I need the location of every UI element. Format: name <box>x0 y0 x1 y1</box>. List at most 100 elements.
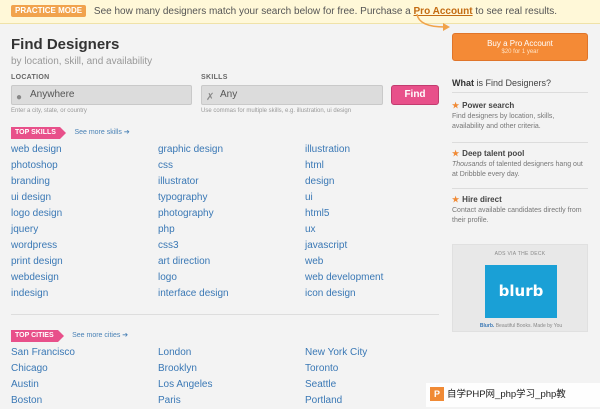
skill-link[interactable]: jquery <box>11 222 151 238</box>
curved-arrow-icon <box>416 13 450 31</box>
star-icon: ★ <box>452 149 460 158</box>
location-pin-icon: ● <box>16 92 23 103</box>
feature-title-text: Deep talent pool <box>462 149 525 158</box>
feature-desc: Thousands of talented designers hang out… <box>452 160 588 180</box>
city-link[interactable]: Brooklyn <box>158 361 298 377</box>
skill-link[interactable]: branding <box>11 174 151 190</box>
ad-header: ADS VIA THE DECK <box>494 251 546 257</box>
skill-link[interactable]: html <box>305 158 445 174</box>
skill-link[interactable]: wordpress <box>11 238 151 254</box>
practice-mode-badge: PRACTICE MODE <box>11 5 87 17</box>
skill-link[interactable]: logo design <box>11 206 151 222</box>
star-icon: ★ <box>452 101 460 110</box>
star-icon: ★ <box>452 195 460 204</box>
city-link[interactable]: Portland <box>305 393 445 409</box>
banner-text: See how many designers match your search… <box>93 6 411 17</box>
buy-pro-account-button[interactable]: Buy a Pro Account $20 for 1 year <box>452 33 588 61</box>
skill-link[interactable]: web design <box>11 142 151 158</box>
skill-link[interactable]: ux <box>305 222 445 238</box>
watermark-logo: P <box>430 387 444 402</box>
feature-hire-direct: ★ Hire direct Contact available candidate… <box>452 195 588 226</box>
city-link[interactable]: Boston <box>11 393 151 409</box>
cities-column-2: London Brooklyn Los Angeles Paris <box>158 345 298 409</box>
city-link[interactable]: Paris <box>158 393 298 409</box>
city-link[interactable]: Austin <box>11 377 151 393</box>
skill-link[interactable]: web <box>305 254 445 270</box>
city-link[interactable]: Los Angeles <box>158 377 298 393</box>
skill-link[interactable]: html5 <box>305 206 445 222</box>
skill-link[interactable]: icon design <box>305 286 445 302</box>
buy-price: $20 for 1 year <box>501 49 539 55</box>
skills-column-2: graphic design css illustrator typography ph… <box>158 142 298 302</box>
tools-icon: ✗ <box>206 92 215 103</box>
city-link[interactable]: Toronto <box>305 361 445 377</box>
watermark-text: 自学PHP网_php学习_php教 <box>447 389 566 400</box>
banner-suffix: to see real results. <box>475 6 558 17</box>
skill-link[interactable]: art direction <box>158 254 298 270</box>
location-hint: Enter a city, state, or country <box>11 108 87 114</box>
skills-value: Any <box>220 89 238 100</box>
skills-input[interactable]: ✗ Any <box>201 85 383 105</box>
skills-hint: Use commas for multiple skills, e.g. ill… <box>201 108 352 114</box>
see-more-skills-link[interactable]: See more skills ➔ <box>74 127 129 139</box>
feature-title: ★ Power search <box>452 101 588 110</box>
skill-link[interactable]: photoshop <box>11 158 151 174</box>
practice-mode-banner: PRACTICE MODE See how many designers mat… <box>0 0 600 24</box>
feature-title: ★ Deep talent pool <box>452 149 588 158</box>
skills-column-3: illustration html design ui html5 ux javascrip… <box>305 142 445 302</box>
feature-desc-italic: Thousands <box>452 161 487 168</box>
what-bold: What <box>452 78 474 88</box>
skill-link[interactable]: ui design <box>11 190 151 206</box>
skill-link[interactable]: typography <box>158 190 298 206</box>
skill-link[interactable]: css3 <box>158 238 298 254</box>
skill-link[interactable]: webdesign <box>11 270 151 286</box>
location-label: LOCATION <box>11 74 50 81</box>
cities-column-1: San Francisco Chicago Austin Boston <box>11 345 151 409</box>
sidebar-rule <box>452 92 588 93</box>
what-rest: is Find Designers? <box>476 78 552 88</box>
ad-caption-bold: Blurb. <box>479 323 495 329</box>
city-link[interactable]: Seattle <box>305 377 445 393</box>
cities-grid: San Francisco Chicago Austin Boston London B… <box>11 345 441 409</box>
see-more-cities-link[interactable]: See more cities ➔ <box>72 330 128 342</box>
skill-link[interactable]: web development <box>305 270 445 286</box>
skill-link[interactable]: print design <box>11 254 151 270</box>
city-link[interactable]: San Francisco <box>11 345 151 361</box>
skill-link[interactable]: css <box>158 158 298 174</box>
skill-link[interactable]: interface design <box>158 286 298 302</box>
skill-link[interactable]: logo <box>158 270 298 286</box>
feature-title: ★ Hire direct <box>452 195 588 204</box>
ad-box[interactable]: ADS VIA THE DECK blurb Blurb. Beautiful … <box>452 244 588 332</box>
find-button[interactable]: Find <box>391 85 439 105</box>
skill-link[interactable]: graphic design <box>158 142 298 158</box>
feature-title-text: Power search <box>462 101 515 110</box>
ad-caption: Blurb. Beautiful Books. Made by You <box>453 323 589 329</box>
page-header: Find Designers by location, skill, and a… <box>11 36 441 67</box>
page-subtitle: by location, skill, and availability <box>11 56 153 67</box>
city-link[interactable]: Chicago <box>11 361 151 377</box>
blurb-logo[interactable]: blurb <box>485 265 557 318</box>
what-is-title: What is Find Designers? <box>452 78 551 88</box>
feature-title-text: Hire direct <box>462 195 502 204</box>
skill-link[interactable]: php <box>158 222 298 238</box>
sidebar-rule <box>452 188 588 189</box>
cities-column-3: New York City Toronto Seattle Portland <box>305 345 445 409</box>
feature-power-search: ★ Power search Find designers by location… <box>452 101 588 132</box>
skill-link[interactable]: design <box>305 174 445 190</box>
skill-link[interactable]: javascript <box>305 238 445 254</box>
buy-label: Buy a Pro Account <box>487 39 553 48</box>
top-cities-header: TOP CITIES See more cities ➔ <box>11 330 128 343</box>
skill-link[interactable]: photography <box>158 206 298 222</box>
skill-link[interactable]: ui <box>305 190 445 206</box>
top-skills-tag: TOP SKILLS <box>11 127 66 139</box>
city-link[interactable]: New York City <box>305 345 445 361</box>
skill-link[interactable]: indesign <box>11 286 151 302</box>
section-divider <box>11 314 439 315</box>
top-skills-header: TOP SKILLS See more skills ➔ <box>11 127 130 140</box>
skill-link[interactable]: illustration <box>305 142 445 158</box>
location-input[interactable]: ● Anywhere <box>11 85 192 105</box>
city-link[interactable]: London <box>158 345 298 361</box>
skills-grid: web design photoshop branding ui design logo… <box>11 142 441 302</box>
skill-link[interactable]: illustrator <box>158 174 298 190</box>
page-title: Find Designers <box>11 36 120 53</box>
